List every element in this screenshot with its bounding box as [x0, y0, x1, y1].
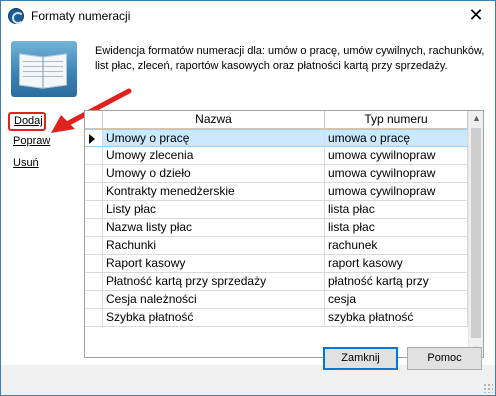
cell-type[interactable]: lista płac: [325, 201, 468, 218]
current-row-pointer-icon: [89, 134, 95, 144]
title-bar: Formaty numeracji ✕: [1, 1, 495, 31]
cell-name[interactable]: Szybka płatność: [103, 309, 325, 326]
row-indicator: [85, 165, 103, 182]
table-row[interactable]: Raport kasowy raport kasowy: [85, 255, 468, 273]
table-row[interactable]: Płatność kartą przy sprzedaży płatność ka…: [85, 273, 468, 291]
cell-type[interactable]: cesja: [325, 291, 468, 308]
scroll-up-icon[interactable]: ▲: [469, 111, 483, 126]
grid-header: Nazwa Typ numeru: [85, 111, 468, 129]
row-indicator: [85, 237, 103, 254]
cell-name[interactable]: Umowy zlecenia: [103, 147, 325, 164]
row-indicator: [85, 291, 103, 308]
column-header-name[interactable]: Nazwa: [103, 111, 325, 129]
row-indicator: [85, 255, 103, 272]
table-row[interactable]: Listy płac lista płac: [85, 201, 468, 219]
column-header-type[interactable]: Typ numeru: [325, 111, 468, 129]
table-row[interactable]: Rachunki rachunek: [85, 237, 468, 255]
row-indicator: [85, 129, 103, 147]
edit-link[interactable]: Popraw: [8, 134, 54, 156]
cell-type[interactable]: lista płac: [325, 219, 468, 236]
dialog-footer: Zamknij Pomoc: [1, 347, 495, 395]
cell-name[interactable]: Listy płac: [103, 201, 325, 218]
cell-name[interactable]: Raport kasowy: [103, 255, 325, 272]
vertical-scrollbar[interactable]: ▲ ▼: [468, 111, 483, 357]
cell-type[interactable]: umowa o pracę: [325, 129, 468, 147]
window-title: Formaty numeracji: [31, 9, 131, 23]
delete-link[interactable]: Usuń: [8, 156, 54, 178]
row-indicator: [85, 219, 103, 236]
table-row[interactable]: Kontrakty menedżerskie umowa cywilnopraw: [85, 183, 468, 201]
app-logo-icon: [8, 8, 24, 24]
help-button[interactable]: Pomoc: [407, 347, 482, 370]
cell-type[interactable]: płatność kartą przy: [325, 273, 468, 290]
cell-name[interactable]: Nazwa listy płac: [103, 219, 325, 236]
row-indicator: [85, 201, 103, 218]
table-row[interactable]: Umowy o pracę umowa o pracę: [85, 129, 468, 147]
table-row[interactable]: Umowy o dzieło umowa cywilnopraw: [85, 165, 468, 183]
grid-rows: Umowy o pracę umowa o pracę Umowy zlecenia…: [85, 129, 468, 327]
add-link[interactable]: Dodaj: [8, 112, 46, 131]
row-indicator: [85, 147, 103, 164]
cell-name[interactable]: Kontrakty menedżerskie: [103, 183, 325, 200]
cell-name[interactable]: Umowy o dzieło: [103, 165, 325, 182]
close-window-button[interactable]: ✕: [467, 6, 485, 25]
cell-name[interactable]: Cesja należności: [103, 291, 325, 308]
resize-grip-icon[interactable]: [483, 383, 493, 393]
cell-type[interactable]: raport kasowy: [325, 255, 468, 272]
scroll-thumb[interactable]: [471, 128, 481, 338]
cell-name[interactable]: Rachunki: [103, 237, 325, 254]
book-text-lines: [23, 61, 63, 81]
table-row[interactable]: Umowy zlecenia umowa cywilnopraw: [85, 147, 468, 165]
row-indicator: [85, 309, 103, 326]
row-indicator: [85, 183, 103, 200]
cell-type[interactable]: umowa cywilnopraw: [325, 183, 468, 200]
cell-type[interactable]: umowa cywilnopraw: [325, 147, 468, 164]
cell-name[interactable]: Umowy o pracę: [103, 129, 325, 147]
dialog-content: Ewidencja formatów numeracji dla: umów o…: [1, 31, 495, 365]
dialog-window: Formaty numeracji ✕ Ewidencja formatów n…: [0, 0, 496, 396]
cell-type[interactable]: rachunek: [325, 237, 468, 254]
cell-name[interactable]: Płatność kartą przy sprzedaży: [103, 273, 325, 290]
close-button[interactable]: Zamknij: [323, 347, 398, 370]
cell-type[interactable]: szybka płatność: [325, 309, 468, 326]
cell-type[interactable]: umowa cywilnopraw: [325, 165, 468, 182]
row-indicator: [85, 273, 103, 290]
formats-grid[interactable]: Nazwa Typ numeru Umowy o pracę umowa o pr…: [84, 110, 484, 358]
table-row[interactable]: Cesja należności cesja: [85, 291, 468, 309]
table-row[interactable]: Nazwa listy płac lista płac: [85, 219, 468, 237]
description-text: Ewidencja formatów numeracji dla: umów o…: [95, 45, 485, 72]
table-row[interactable]: Szybka płatność szybka płatność: [85, 309, 468, 327]
header-indicator: [85, 111, 103, 129]
